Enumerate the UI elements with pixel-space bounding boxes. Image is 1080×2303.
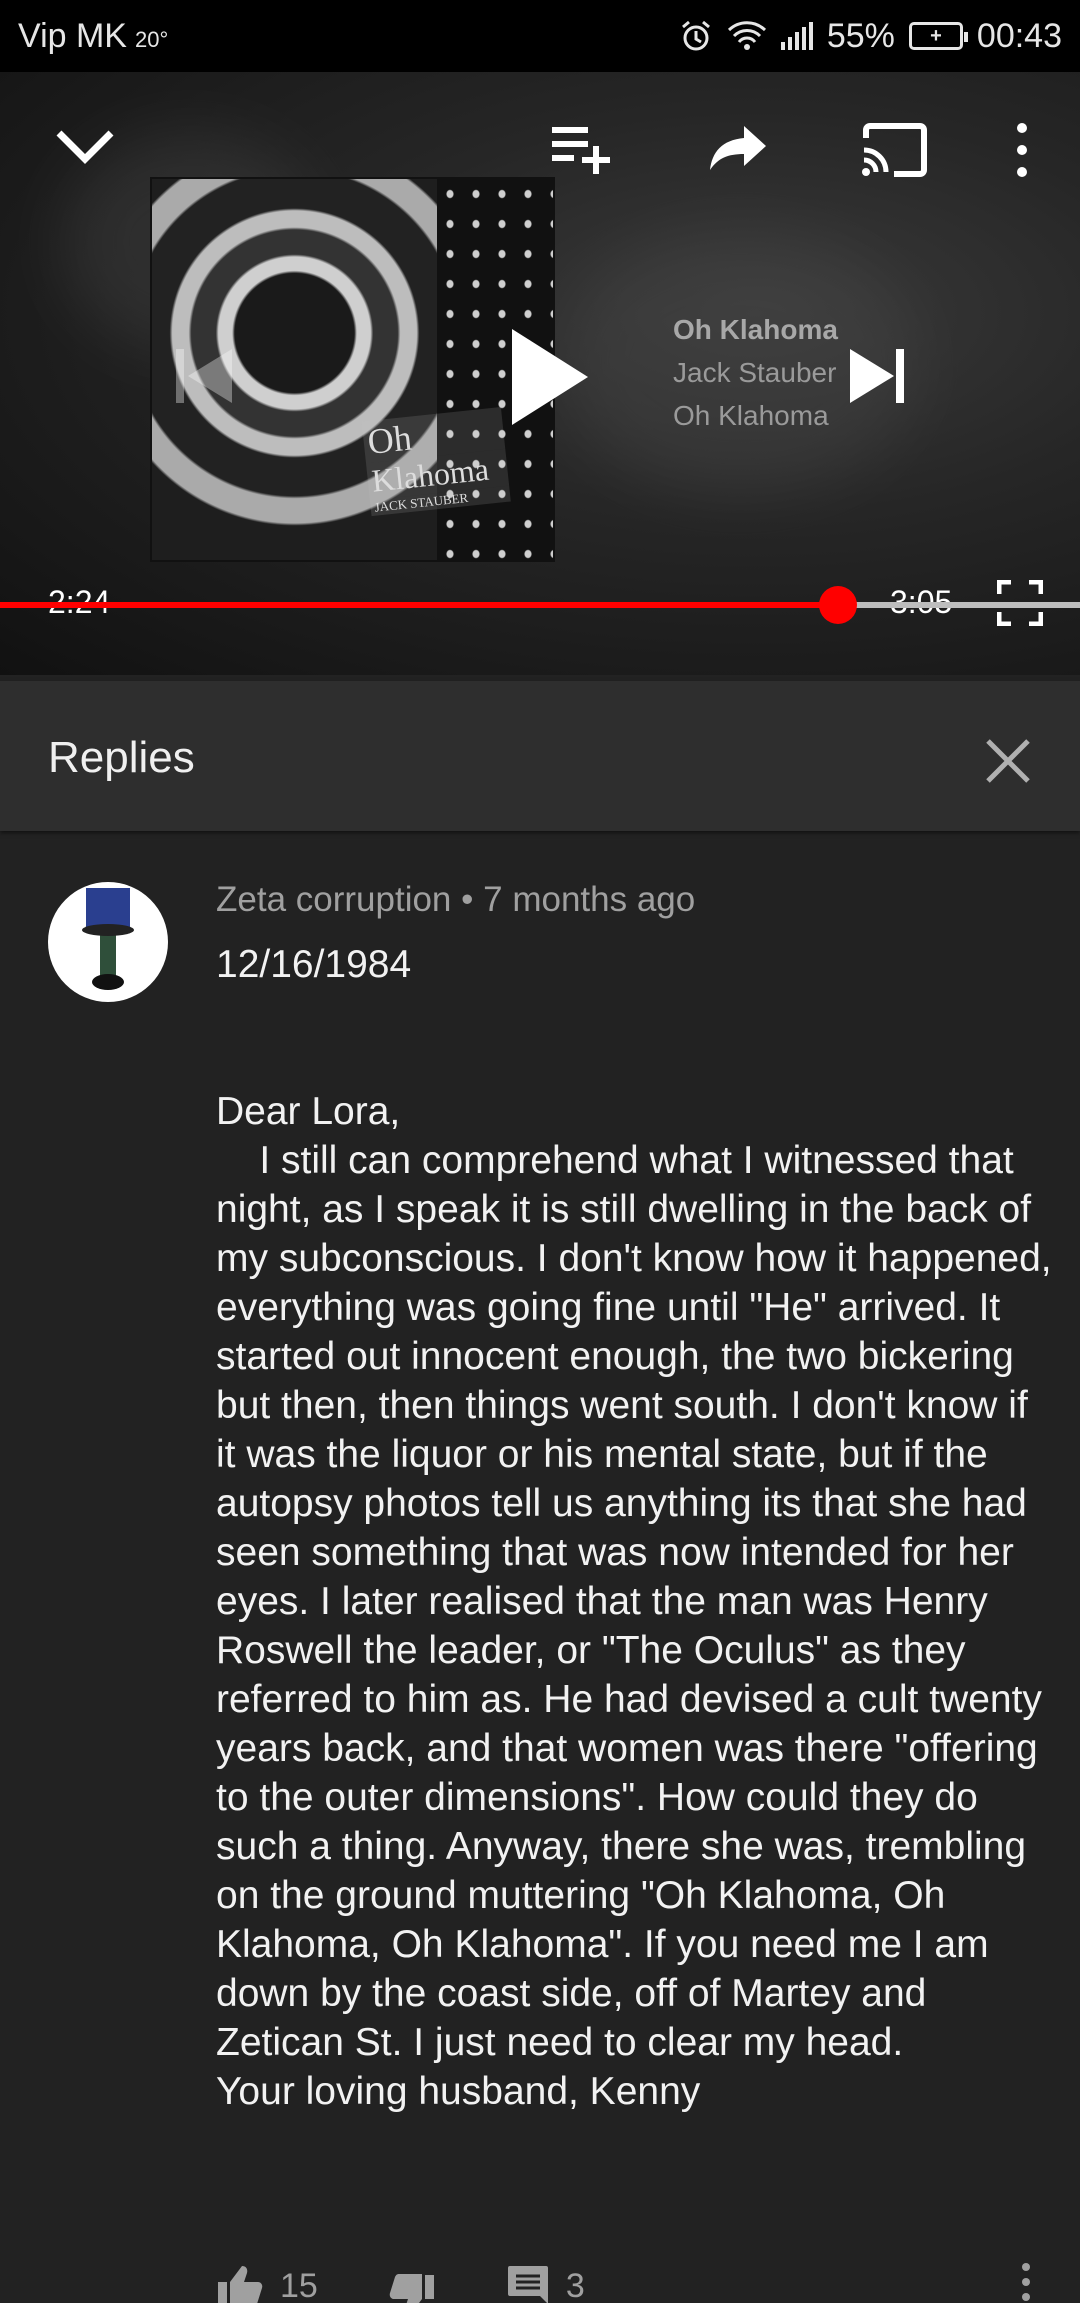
track-title: Oh Klahoma [673, 314, 838, 345]
like-button[interactable]: 15 [216, 2264, 318, 2303]
temperature-label: 20° [134, 26, 169, 52]
seek-bar-played [0, 602, 838, 608]
comment-age: 7 months ago [483, 880, 696, 919]
replies-header: Replies [0, 681, 1080, 831]
alarm-icon [681, 20, 710, 51]
dislike-button[interactable] [388, 2255, 436, 2303]
carrier-label: Vip MK [18, 16, 127, 55]
battery-percent: 55% [826, 16, 895, 55]
comment-text: 12/16/1984 Dear Lora, I still can compre… [216, 943, 1052, 2113]
comment-author[interactable]: Zeta corruption [216, 880, 451, 919]
track-artist: Jack Stauber [673, 357, 837, 388]
wifi-icon [727, 21, 766, 50]
replies-title: Replies [48, 733, 195, 782]
thumbs-down-icon [389, 2274, 434, 2303]
play-icon[interactable] [510, 327, 590, 427]
seek-bar-thumb[interactable] [819, 586, 857, 624]
album-art-title: Oh Klahoma JACK STAUBER [361, 406, 513, 531]
video-player[interactable]: Oh Klahoma JACK STAUBER Oh Klahoma Jack … [0, 72, 1080, 675]
clock: 00:43 [976, 16, 1062, 55]
cast-icon[interactable] [860, 122, 930, 178]
comment-icon [507, 2266, 548, 2303]
meta-separator: • [461, 880, 474, 919]
avatar[interactable] [48, 882, 168, 1002]
more-vert-icon[interactable] [1014, 2262, 1038, 2303]
previous-icon[interactable] [174, 347, 234, 405]
add-to-queue-icon[interactable] [550, 124, 614, 176]
status-bar: Vip MK 20° 55% + 00:43 [0, 0, 1080, 72]
reply-button[interactable]: 3 [506, 2264, 585, 2303]
next-icon[interactable] [848, 347, 906, 405]
signal-icon [780, 22, 813, 50]
comment-actions: 15 3 [216, 2255, 655, 2303]
track-info: Oh Klahoma Jack Stauber Oh Klahoma [673, 308, 838, 437]
seek-bar[interactable] [0, 586, 1080, 624]
close-icon[interactable] [980, 733, 1036, 789]
status-left: Vip MK 20° [18, 17, 168, 56]
reply-count: 3 [565, 2266, 585, 2303]
chevron-down-icon[interactable] [55, 127, 115, 167]
comment-meta: Zeta corruption • 7 months ago [216, 880, 695, 920]
status-right: 55% + 00:43 [679, 17, 1062, 56]
battery-icon: + [908, 22, 968, 50]
more-vert-icon[interactable] [1010, 122, 1034, 178]
thumbs-up-icon [218, 2266, 263, 2303]
track-album: Oh Klahoma [673, 400, 829, 431]
avatar-image [82, 888, 134, 990]
share-icon[interactable] [708, 122, 768, 174]
like-count: 15 [280, 2266, 318, 2303]
